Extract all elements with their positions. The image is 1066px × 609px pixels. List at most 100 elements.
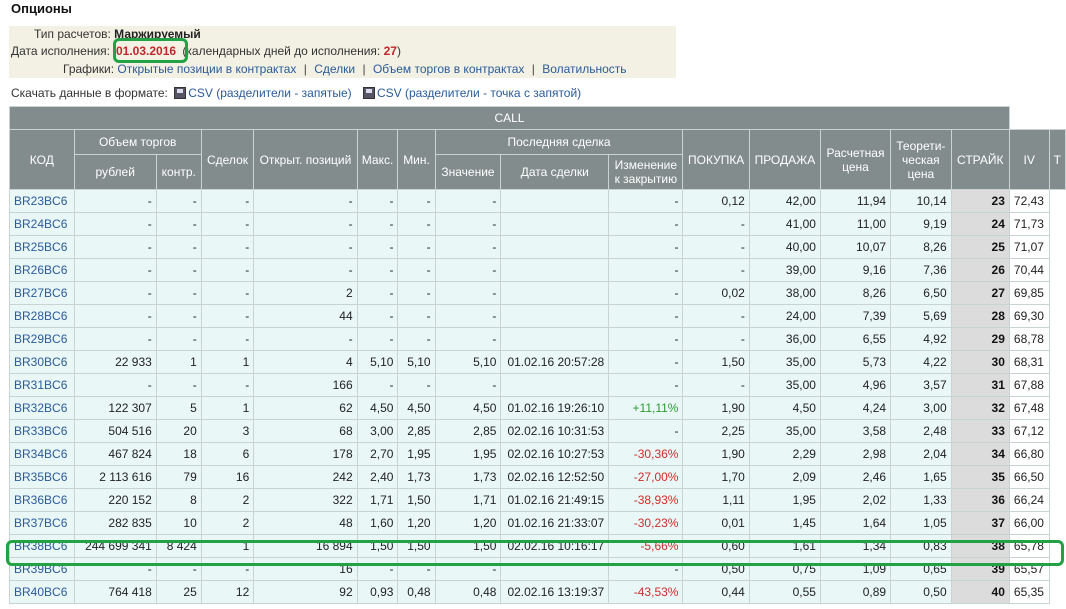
table-row[interactable]: BR25BC6- - - - - - - - -40,00 10,07 8,26 25 71,07: [9, 235, 1066, 259]
cell-min: 2,85: [397, 419, 436, 443]
charts-line: Графики: Открытые позиции в контрактах |…: [63, 62, 627, 76]
col-change-header[interactable]: Изменение к закрытию: [608, 154, 684, 190]
table-row[interactable]: BR28BC6- - -44- - - - -24,00 7,39 5,69 28 69,30: [9, 304, 1066, 328]
cell-last-value: -: [434, 281, 502, 305]
col-strike-header[interactable]: СТРАЙК: [950, 129, 1010, 190]
options-table: CALL КОД Объем торгов Сделок Открыт. поз…: [9, 106, 1066, 604]
cell-deals: -: [200, 304, 255, 328]
cell-min: -: [397, 212, 436, 236]
table-row[interactable]: BR27BC6- - -2- - - -0,02 38,00 8,26 6,50 27 69,85: [9, 281, 1066, 305]
col-deal-date-header[interactable]: Дата сделки: [500, 154, 610, 190]
table-row[interactable]: BR30BC6 22 933 1 1 4 5,10 5,10 5,10 01.02.16 20:…: [9, 350, 1066, 374]
row-code-link[interactable]: BR28BC6: [9, 304, 75, 328]
table-row[interactable]: BR40BC6 764 418 25 12 92 0,93 0,48 0,48 02.02.16…: [9, 580, 1066, 604]
table-row[interactable]: BR24BC6- - - - - - - - -41,00 11,00 9,19 24 71,73: [9, 212, 1066, 236]
cell-open-positions: 322: [253, 488, 358, 512]
cell-max: -: [356, 373, 399, 397]
cell-buy: -: [682, 258, 750, 282]
cell-last-value: -: [434, 235, 502, 259]
row-code-link[interactable]: BR25BC6: [9, 235, 75, 259]
cell-deal-date: [500, 258, 610, 282]
cell-volume-rub: 504 516: [73, 419, 157, 443]
table-row[interactable]: BR31BC6- - -166- - - - -35,00 4,96 3,57 31 67,88: [9, 373, 1066, 397]
cell-strike: 36: [950, 488, 1010, 512]
download-csv-semicolon-link[interactable]: CSV (разделители - точка с запятой): [377, 86, 581, 100]
download-csv-comma-link[interactable]: CSV (разделители - запятые): [188, 86, 351, 100]
row-code-link[interactable]: BR30BC6: [9, 350, 75, 374]
charts-label: Графики:: [63, 62, 115, 76]
row-code-link[interactable]: BR36BC6: [9, 488, 75, 512]
cell-sell: 41,00: [748, 212, 821, 236]
cell-volume-rub: -: [73, 304, 157, 328]
cell-volume-contracts: 8: [155, 488, 202, 512]
row-code-link[interactable]: BR34BC6: [9, 442, 75, 466]
cell-iv: 66,00: [1008, 511, 1050, 535]
row-code-link[interactable]: BR37BC6: [9, 511, 75, 535]
row-code-link[interactable]: BR40BC6: [9, 580, 75, 604]
table-row[interactable]: BR23BC6- - - - - - - -0,12 42,00 11,94 10,14 23 72,4…: [9, 189, 1066, 213]
cell-volume-rub: -: [73, 281, 157, 305]
table-row[interactable]: BR29BC6- - - - - - - - -36,00 6,55 4,92 29 68,78: [9, 327, 1066, 351]
table-row[interactable]: BR33BC6 504 516 20 3 68 3,00 2,85 2,85 02.02.16 …: [9, 419, 1066, 443]
cell-sell: 2,09: [748, 465, 821, 489]
row-code-link[interactable]: BR32BC6: [9, 396, 75, 420]
col-value-header[interactable]: Значение: [434, 154, 502, 190]
row-code-link[interactable]: BR23BC6: [9, 189, 75, 213]
table-row[interactable]: BR35BC6 2 113 616 79 16 242 2,40 1,73 1,73 02.02…: [9, 465, 1066, 489]
col-min-header[interactable]: Мин.: [397, 129, 436, 190]
chart-link-deals[interactable]: Сделки: [314, 62, 355, 76]
row-code-link[interactable]: BR27BC6: [9, 281, 75, 305]
cell-buy: -: [682, 212, 750, 236]
col-deals-header[interactable]: Сделок: [200, 129, 255, 190]
cell-last-value: -: [434, 212, 502, 236]
calc-type-label: Тип расчетов:: [34, 27, 111, 41]
chart-link-open-positions[interactable]: Открытые позиции в контрактах: [117, 62, 296, 76]
row-code-link[interactable]: BR24BC6: [9, 212, 75, 236]
cell-extra: [1049, 212, 1066, 236]
cell-deals: 2: [200, 488, 255, 512]
col-calc-price-header[interactable]: Расчетная цена: [819, 129, 892, 190]
table-row[interactable]: BR34BC6 467 824 18 6 178 2,70 1,95 1,95 02.02.16…: [9, 442, 1066, 466]
cell-iv: 67,48: [1008, 396, 1050, 420]
col-max-header[interactable]: Макс.: [356, 129, 399, 190]
cell-deal-date: 01.02.16 21:33:07: [500, 511, 610, 535]
cell-deals: 12: [200, 580, 255, 604]
chart-link-volatility[interactable]: Волатильность: [542, 62, 626, 76]
cell-deals: 1: [200, 396, 255, 420]
cell-calc-price: 11,94: [819, 189, 892, 213]
cell-open-positions: -: [253, 258, 358, 282]
cell-min: 4,50: [397, 396, 436, 420]
cell-min: 1,20: [397, 511, 436, 535]
cell-extra: [1049, 350, 1066, 374]
row-code-link[interactable]: BR29BC6: [9, 327, 75, 351]
row-code-link[interactable]: BR26BC6: [9, 258, 75, 282]
chart-link-volume[interactable]: Объем торгов в контрактах: [373, 62, 524, 76]
table-row[interactable]: BR32BC6 122 307 5 1 62 4,50 4,50 4,50 01.02.16 1…: [9, 396, 1066, 420]
row-code-link[interactable]: BR35BC6: [9, 465, 75, 489]
cell-sell: 24,00: [748, 304, 821, 328]
row-code-link[interactable]: BR31BC6: [9, 373, 75, 397]
cell-change: -30,23%: [608, 511, 684, 535]
col-sell-header[interactable]: ПРОДАЖА: [748, 129, 821, 190]
cell-sell: 0,55: [748, 580, 821, 604]
cell-min: -: [397, 189, 436, 213]
cell-deals: -: [200, 189, 255, 213]
col-buy-header[interactable]: ПОКУПКА: [682, 129, 750, 190]
cell-theo-price: 6,50: [890, 281, 952, 305]
cell-open-positions: 166: [253, 373, 358, 397]
cell-volume-rub: -: [73, 189, 157, 213]
table-row[interactable]: BR36BC6 220 152 8 2 322 1,71 1,50 1,71 01.02.16 …: [9, 488, 1066, 512]
table-row[interactable]: BR26BC6- - - - - - - - -39,00 9,16 7,36 26 70,44: [9, 258, 1066, 282]
table-row[interactable]: BR37BC6 282 835 10 2 48 1,60 1,20 1,20 01.02.16 …: [9, 511, 1066, 535]
col-iv-header[interactable]: IV: [1008, 129, 1050, 190]
page-title: Опционы: [11, 1, 72, 16]
cell-open-positions: 4: [253, 350, 358, 374]
row-code-link[interactable]: BR33BC6: [9, 419, 75, 443]
cell-min: 5,10: [397, 350, 436, 374]
col-code-header[interactable]: КОД: [9, 129, 75, 190]
cell-open-positions: -: [253, 212, 358, 236]
col-open-positions-header[interactable]: Открыт. позиций: [253, 129, 358, 190]
col-theo-price-header[interactable]: Теорети-ческая цена: [890, 129, 952, 190]
col-contracts-header[interactable]: контр.: [155, 154, 202, 190]
col-rub-header[interactable]: рублей: [73, 154, 157, 190]
